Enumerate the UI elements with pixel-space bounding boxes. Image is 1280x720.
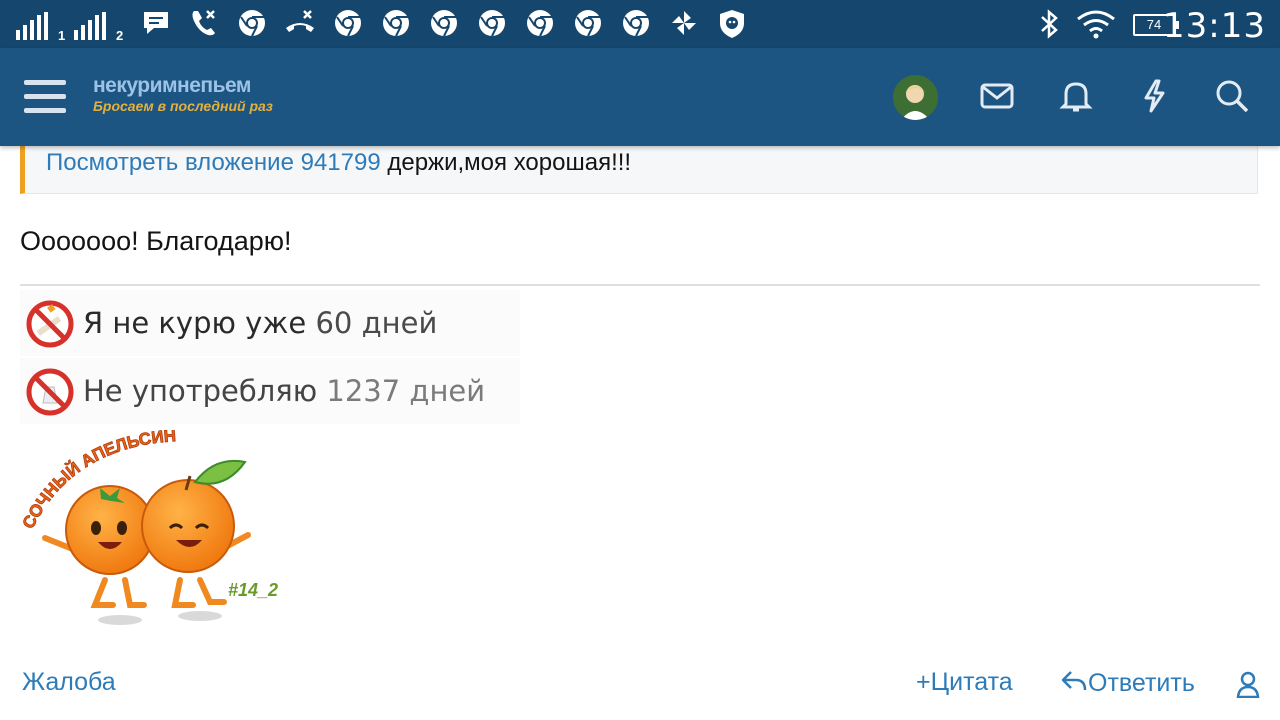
signature-label-1: Я не курю уже (83, 306, 307, 340)
clock: 13:13 (1163, 6, 1266, 46)
signature-line-2: Не употребляю 1237 дней (83, 374, 485, 408)
chrome-icon (239, 10, 265, 37)
bluetooth-icon (1041, 9, 1058, 39)
juicy-orange-banner: СОЧНЫЙ АПЕЛЬСИН #14_2 (20, 430, 278, 625)
pinwheel-icon (672, 11, 696, 35)
signature-count-1: 60 дней (315, 306, 438, 340)
signature-label-2: Не употребляю (83, 374, 318, 408)
call-end-icon (286, 10, 314, 32)
chrome-icon (479, 10, 505, 37)
chrome-icon (335, 10, 361, 37)
quote-content: Посмотреть вложение 941799 держи,моя хор… (46, 149, 631, 177)
user-icon[interactable] (1236, 670, 1260, 698)
signal-sim2-icon: 2 (74, 10, 123, 43)
post-message: Ооооооо! Благодарю! (20, 226, 292, 256)
logo-title: некуримнепьем (93, 74, 251, 97)
bell-icon[interactable] (1058, 78, 1094, 114)
reply-button-label: Ответить (1088, 669, 1195, 697)
mail-icon[interactable] (979, 78, 1015, 114)
sim1-label: 1 (58, 28, 66, 43)
signature-count-2: 1237 дней (326, 374, 486, 408)
quote-block: Посмотреть вложение 941799 держи,моя хор… (20, 146, 1258, 194)
message-icon (144, 12, 168, 34)
chrome-icon (383, 10, 409, 37)
signature-counter-smoking: Я не курю уже 60 дней (20, 290, 520, 356)
plus-icon: + (916, 668, 931, 696)
search-icon[interactable] (1214, 78, 1250, 114)
avatar[interactable] (893, 75, 938, 120)
lightning-icon[interactable] (1136, 78, 1172, 114)
site-header: некуримнепьем Бросаем в последний раз (0, 48, 1280, 146)
signal-sim1-icon: 1 (16, 10, 65, 43)
signature-divider (20, 284, 1260, 286)
chrome-icon (527, 10, 553, 37)
missed-call-icon (192, 10, 215, 36)
chrome-icon (623, 10, 649, 37)
attachment-link[interactable]: Посмотреть вложение 941799 (46, 149, 381, 176)
quote-button[interactable]: +Цитата (916, 668, 1013, 697)
quote-text: держи,моя хорошая!!! (380, 149, 632, 176)
signature-counter-drinking: Не употребляю 1237 дней (20, 358, 520, 424)
wifi-icon (1077, 10, 1115, 39)
chrome-icon (431, 10, 457, 37)
quote-button-label: Цитата (930, 668, 1013, 696)
report-button[interactable]: Жалоба (22, 668, 116, 697)
site-logo[interactable]: некуримнепьем Бросаем в последний раз (93, 74, 273, 114)
reply-icon (1061, 671, 1087, 691)
banner-tag: #14_2 (228, 580, 278, 600)
no-smoking-icon (26, 300, 74, 348)
signature-line-1: Я не курю уже 60 дней (83, 306, 437, 340)
sim2-label: 2 (116, 28, 124, 43)
reply-button[interactable]: Ответить (1060, 668, 1195, 698)
status-bar: 1 2 74 13:13 (0, 0, 1280, 48)
logo-tagline: Бросаем в последний раз (93, 98, 273, 114)
shield-icon (720, 10, 744, 38)
chrome-icon (575, 10, 601, 37)
no-drinking-icon (26, 368, 74, 416)
menu-icon[interactable] (24, 78, 68, 116)
